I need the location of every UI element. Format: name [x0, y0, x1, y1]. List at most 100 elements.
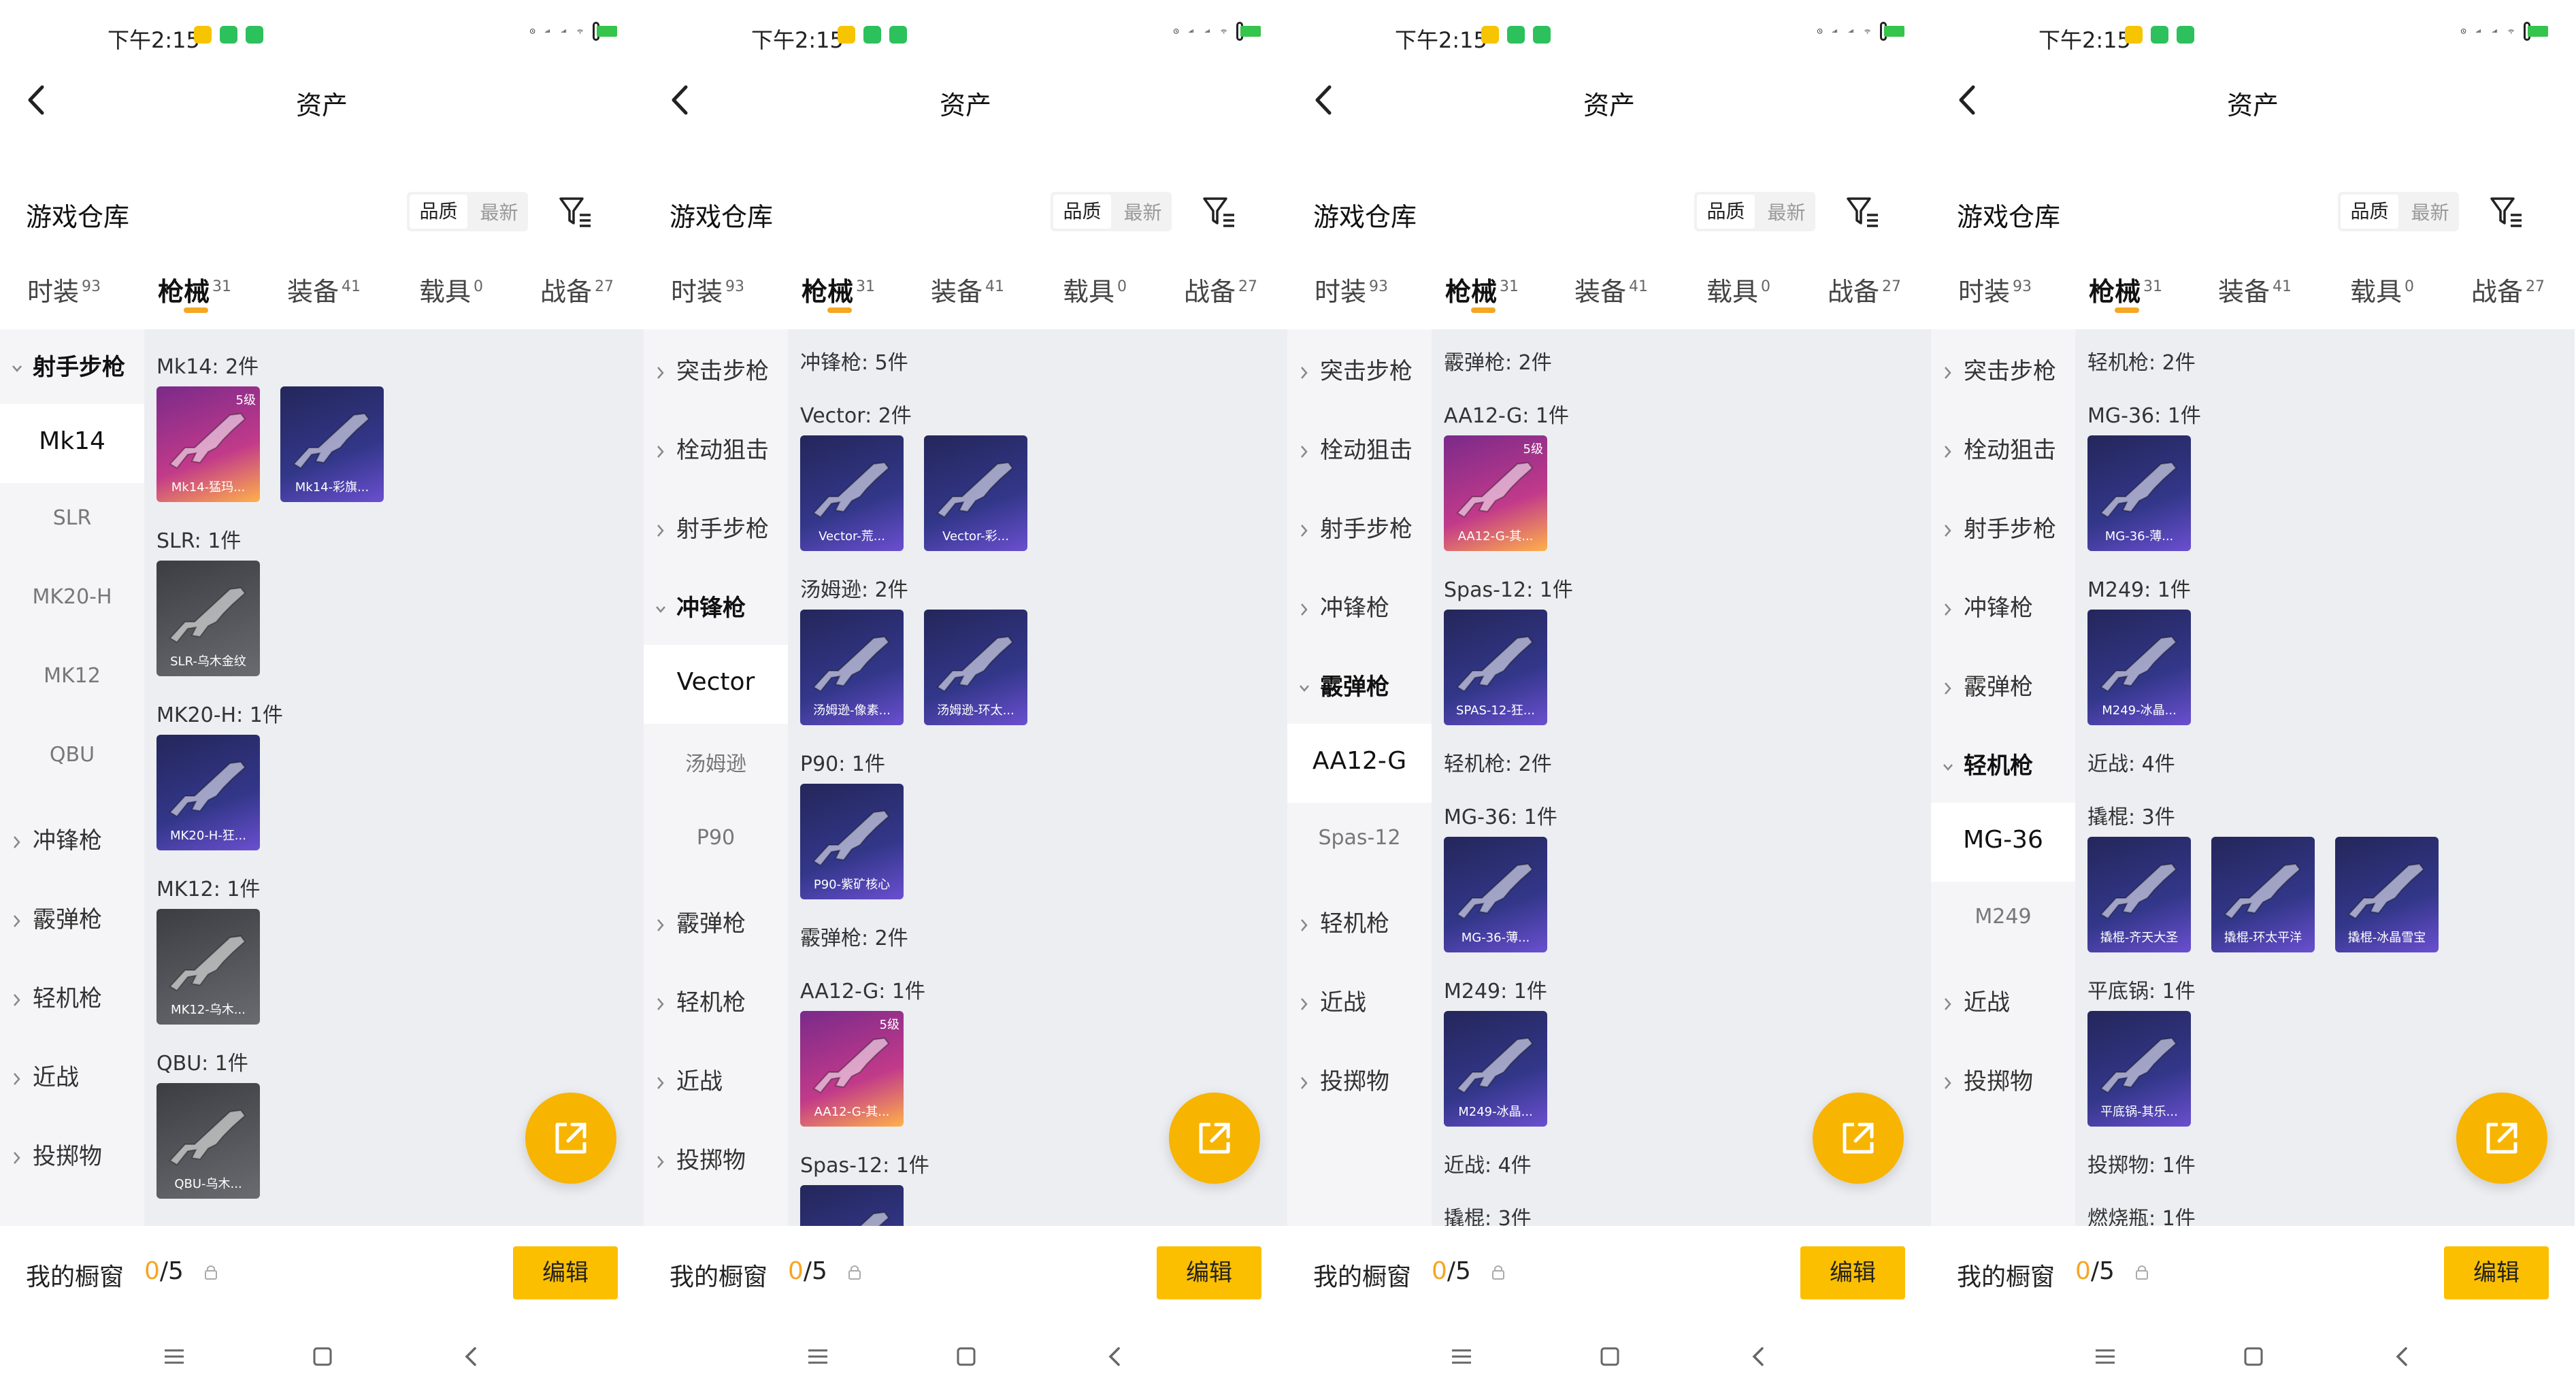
- share-fab[interactable]: [1813, 1093, 1904, 1184]
- tab-2[interactable]: 装备 41: [287, 271, 361, 308]
- tab-4[interactable]: 战备 27: [2471, 271, 2545, 308]
- share-fab[interactable]: [1169, 1093, 1260, 1184]
- home-button[interactable]: [953, 1343, 980, 1370]
- tab-1[interactable]: 枪械 31: [158, 271, 231, 308]
- tab-3[interactable]: 载具 0: [2350, 271, 2414, 308]
- home-button[interactable]: [2240, 1343, 2267, 1370]
- tab-2[interactable]: 装备 41: [1574, 271, 1648, 308]
- sidebar-group[interactable]: 突击步枪: [644, 329, 788, 408]
- sidebar-subitem[interactable]: MK12: [0, 641, 144, 720]
- sidebar-subitem[interactable]: Vector: [644, 645, 788, 724]
- weapon-skin-card[interactable]: MK20-H-狂...: [156, 735, 260, 850]
- sidebar-group[interactable]: 投掷物: [0, 1114, 144, 1193]
- sidebar-group[interactable]: 霰弹枪: [1931, 645, 2075, 724]
- sidebar-subitem[interactable]: QBU: [0, 720, 144, 799]
- weapon-skin-card[interactable]: QBU-乌木...: [156, 1083, 260, 1199]
- sidebar-subitem[interactable]: MK20-H: [0, 562, 144, 641]
- sort-quality[interactable]: 品质: [1053, 195, 1111, 229]
- sidebar-group[interactable]: 冲锋枪: [644, 566, 788, 645]
- back-nav-button[interactable]: [1745, 1343, 1772, 1370]
- sidebar-group[interactable]: 霰弹枪: [644, 882, 788, 961]
- tab-4[interactable]: 战备 27: [540, 271, 614, 308]
- sidebar-group[interactable]: 投掷物: [644, 1118, 788, 1197]
- weapon-skin-card[interactable]: Mk14-彩旗...: [280, 386, 384, 502]
- menu-button[interactable]: [2092, 1343, 2119, 1370]
- back-nav-button[interactable]: [1101, 1343, 1128, 1370]
- filter-button[interactable]: [1844, 193, 1882, 231]
- weapon-skin-card[interactable]: 撬棍-环太平洋: [2211, 837, 2315, 952]
- sidebar-group[interactable]: 轻机枪: [644, 961, 788, 1040]
- menu-button[interactable]: [1448, 1343, 1475, 1370]
- sidebar-subitem[interactable]: Mk14: [0, 404, 144, 483]
- sidebar-group[interactable]: 投掷物: [1287, 1040, 1432, 1118]
- tab-4[interactable]: 战备 27: [1184, 271, 1257, 308]
- sort-quality[interactable]: 品质: [410, 195, 467, 229]
- tab-0[interactable]: 时装 93: [671, 271, 744, 308]
- sidebar-subitem[interactable]: P90: [644, 803, 788, 882]
- tab-0[interactable]: 时装 93: [1315, 271, 1388, 308]
- sidebar-group[interactable]: 栓动狙击: [644, 408, 788, 487]
- sidebar-subitem[interactable]: SLR: [0, 483, 144, 562]
- sidebar-subitem[interactable]: M249: [1931, 882, 2075, 961]
- weapon-skin-card[interactable]: 汤姆逊-像素...: [800, 610, 904, 725]
- weapon-skin-card[interactable]: [800, 1185, 904, 1226]
- weapon-skin-card[interactable]: 撬棍-齐天大圣: [2087, 837, 2191, 952]
- menu-button[interactable]: [804, 1343, 831, 1370]
- weapon-skin-card[interactable]: 5级 Mk14-猛玛...: [156, 386, 260, 502]
- weapon-skin-card[interactable]: 撬棍-冰晶雪宝: [2335, 837, 2439, 952]
- tab-1[interactable]: 枪械 31: [1445, 271, 1519, 308]
- sidebar-group[interactable]: 轻机枪: [0, 957, 144, 1035]
- weapon-skin-card[interactable]: MK12-乌木...: [156, 909, 260, 1025]
- tab-1[interactable]: 枪械 31: [2089, 271, 2162, 308]
- home-button[interactable]: [309, 1343, 336, 1370]
- filter-button[interactable]: [1200, 193, 1238, 231]
- sidebar-group[interactable]: 投掷物: [1931, 1040, 2075, 1118]
- filter-button[interactable]: [557, 193, 595, 231]
- tab-3[interactable]: 载具 0: [1706, 271, 1770, 308]
- back-nav-button[interactable]: [457, 1343, 484, 1370]
- sidebar-group[interactable]: 近战: [1931, 961, 2075, 1040]
- sort-latest[interactable]: 最新: [1114, 198, 1172, 225]
- sidebar-group[interactable]: 轻机枪: [1287, 882, 1432, 961]
- sidebar-group[interactable]: 冲锋枪: [0, 799, 144, 878]
- tab-2[interactable]: 装备 41: [2218, 271, 2292, 308]
- share-fab[interactable]: [2456, 1093, 2547, 1184]
- sidebar-group[interactable]: 近战: [0, 1035, 144, 1114]
- sidebar-group[interactable]: 射手步枪: [0, 329, 144, 404]
- weapon-skin-card[interactable]: M249-冰晶...: [1444, 1011, 1547, 1127]
- edit-button[interactable]: 编辑: [1157, 1246, 1261, 1299]
- weapon-skin-card[interactable]: MG-36-薄...: [2087, 435, 2191, 551]
- tab-3[interactable]: 载具 0: [1063, 271, 1127, 308]
- sort-quality[interactable]: 品质: [2341, 195, 2398, 229]
- sidebar-group[interactable]: 突击步枪: [1931, 329, 2075, 408]
- tab-2[interactable]: 装备 41: [931, 271, 1004, 308]
- back-nav-button[interactable]: [2388, 1343, 2415, 1370]
- sidebar-group[interactable]: 栓动狙击: [1287, 408, 1432, 487]
- edit-button[interactable]: 编辑: [1800, 1246, 1905, 1299]
- menu-button[interactable]: [161, 1343, 188, 1370]
- sidebar-subitem[interactable]: 汤姆逊: [644, 724, 788, 803]
- sidebar-group[interactable]: 冲锋枪: [1931, 566, 2075, 645]
- sort-latest[interactable]: 最新: [1757, 198, 1815, 225]
- tab-0[interactable]: 时装 93: [27, 271, 101, 308]
- sidebar-group[interactable]: 栓动狙击: [1931, 408, 2075, 487]
- weapon-skin-card[interactable]: 5级 AA12-G-其...: [1444, 435, 1547, 551]
- sidebar-subitem[interactable]: MG-36: [1931, 803, 2075, 882]
- weapon-skin-card[interactable]: SLR-乌木金纹: [156, 561, 260, 676]
- weapon-skin-card[interactable]: SPAS-12-狂...: [1444, 610, 1547, 725]
- weapon-skin-card[interactable]: 平底锅-其乐...: [2087, 1011, 2191, 1127]
- tab-4[interactable]: 战备 27: [1828, 271, 1901, 308]
- edit-button[interactable]: 编辑: [2444, 1246, 2549, 1299]
- sort-latest[interactable]: 最新: [470, 198, 528, 225]
- weapon-skin-card[interactable]: MG-36-薄...: [1444, 837, 1547, 952]
- sidebar-group[interactable]: 近战: [1287, 961, 1432, 1040]
- sidebar-group[interactable]: 冲锋枪: [1287, 566, 1432, 645]
- sidebar-group[interactable]: 霰弹枪: [0, 878, 144, 957]
- home-button[interactable]: [1596, 1343, 1623, 1370]
- sort-quality[interactable]: 品质: [1697, 195, 1755, 229]
- tab-3[interactable]: 载具 0: [419, 271, 483, 308]
- share-fab[interactable]: [525, 1093, 616, 1184]
- sidebar-group[interactable]: 突击步枪: [1287, 329, 1432, 408]
- weapon-skin-card[interactable]: M249-冰晶...: [2087, 610, 2191, 725]
- weapon-skin-card[interactable]: P90-紫矿核心: [800, 784, 904, 899]
